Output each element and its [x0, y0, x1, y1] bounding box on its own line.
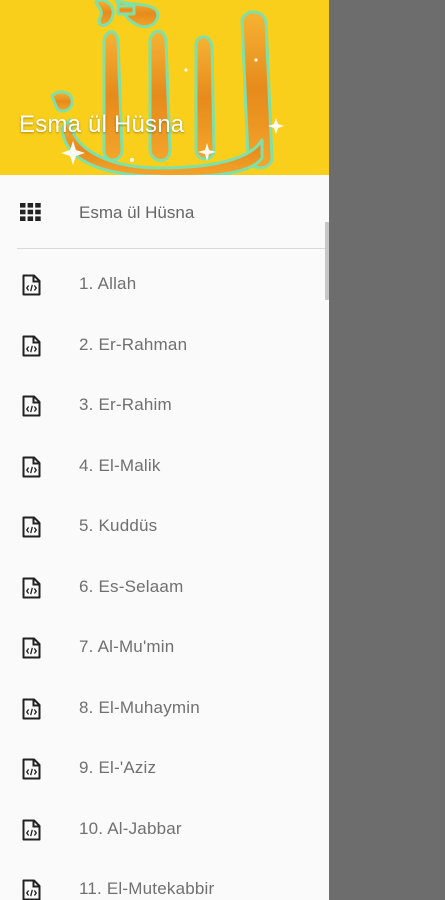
list-item-label: 3. Er-Rahim — [79, 395, 172, 414]
app-screen: Esma ül Hüsna Esma ül Hüsna 1. Allah 2. … — [0, 0, 445, 900]
list-item-label: 4. El-Malik — [79, 455, 161, 475]
code-file-icon — [22, 274, 41, 296]
list-item-label: 10. Al-Jabbar — [79, 818, 182, 838]
list-item-label: 5. Kuddüs — [79, 516, 158, 535]
list-item[interactable]: 5. Kuddüs — [0, 497, 329, 558]
code-file-icon — [22, 819, 41, 841]
list-item[interactable]: 8. El-Muhaymin — [0, 679, 329, 740]
grid-icon — [20, 203, 41, 221]
drawer-scrim[interactable] — [329, 0, 445, 900]
list-item-label: 8. El-Muhaymin — [79, 697, 200, 717]
divider — [17, 248, 329, 249]
code-file-icon — [22, 516, 41, 538]
list-item-label: 7. Al-Mu'min — [79, 637, 175, 656]
list-item[interactable]: 11. El-Mutekabbir — [0, 860, 329, 900]
code-file-icon — [22, 879, 41, 900]
section-label: Esma ül Hüsna — [79, 203, 195, 222]
drawer-header-title: Esma ül Hüsna — [19, 111, 185, 138]
drawer-header: Esma ül Hüsna — [0, 0, 329, 175]
code-file-icon — [22, 637, 41, 659]
list-item-label: 1. Allah — [79, 274, 137, 293]
list-item-label: 11. El-Mutekabbir — [79, 879, 215, 898]
code-file-icon — [22, 577, 41, 599]
list-item[interactable]: 2. Er-Rahman — [0, 316, 329, 377]
section-esma-ul-husna[interactable]: Esma ül Hüsna — [0, 175, 329, 249]
scrollbar[interactable] — [325, 222, 329, 300]
list-item[interactable]: 3. Er-Rahim — [0, 376, 329, 437]
list-item[interactable]: 9. El-'Aziz — [0, 739, 329, 800]
code-file-icon — [22, 758, 41, 780]
names-list: 1. Allah 2. Er-Rahman 3. Er-Rahim 4. El-Mal… — [0, 255, 329, 900]
list-item[interactable]: 10. Al-Jabbar — [0, 800, 329, 861]
list-item[interactable]: 4. El-Malik — [0, 437, 329, 498]
code-file-icon — [22, 395, 41, 417]
code-file-icon — [22, 335, 41, 357]
list-item-label: 6. Es-Selaam — [79, 576, 184, 596]
list-item[interactable]: 7. Al-Mu'min — [0, 618, 329, 679]
list-item-label: 2. Er-Rahman — [79, 334, 188, 354]
navigation-drawer: Esma ül Hüsna Esma ül Hüsna 1. Allah 2. … — [0, 0, 329, 900]
code-file-icon — [22, 698, 41, 720]
list-item[interactable]: 6. Es-Selaam — [0, 558, 329, 619]
list-item[interactable]: 1. Allah — [0, 255, 329, 316]
code-file-icon — [22, 456, 41, 478]
allah-calligraphy-icon — [50, 0, 284, 175]
list-item-label: 9. El-'Aziz — [79, 758, 157, 777]
